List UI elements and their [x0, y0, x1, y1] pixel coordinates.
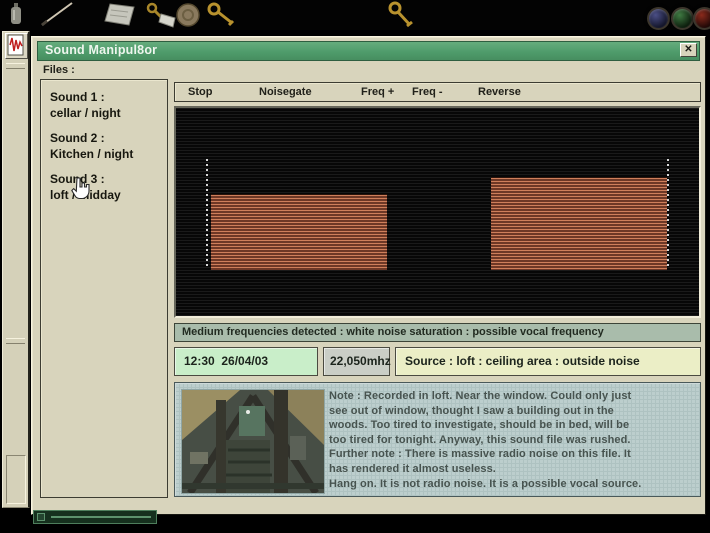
sidebar-handle-top[interactable]: [6, 63, 25, 69]
inventory-bar: [0, 0, 710, 30]
noisegate-button[interactable]: Noisegate: [259, 86, 312, 98]
sound-item-3[interactable]: Sound 3 : loft / midday: [50, 171, 167, 203]
sidebar: [2, 31, 30, 508]
files-label: Files :: [43, 64, 75, 76]
minimized-bar[interactable]: [33, 510, 157, 524]
source-field: Source : loft : ceiling area : outside n…: [395, 347, 701, 376]
close-button[interactable]: ✕: [680, 43, 697, 57]
brass-key-icon[interactable]: [385, 1, 419, 29]
pen-icon[interactable]: [38, 1, 78, 29]
waveform-block-left: [211, 194, 387, 270]
waveform-display[interactable]: [174, 106, 701, 318]
sound-manipulator-window: Sound Manipul8or ✕ Files : Sound 1 : cel…: [31, 36, 706, 515]
status-text: Medium frequencies detected : white nois…: [182, 326, 604, 338]
note-text: Note : Recorded in loft. Near the window…: [329, 389, 697, 491]
sound-1-label: Sound 1 :: [50, 89, 167, 105]
freq-minus-button[interactable]: Freq -: [412, 86, 443, 98]
sound-3-label: Sound 3 :: [50, 171, 167, 187]
stop-button[interactable]: Stop: [188, 86, 212, 98]
close-icon: ✕: [684, 44, 692, 55]
freq-plus-button[interactable]: Freq +: [361, 86, 394, 98]
bottle-icon[interactable]: [4, 1, 28, 29]
menu-orb-red[interactable]: [693, 7, 710, 30]
sound-file-icon[interactable]: [5, 33, 28, 59]
waveform-marker-left: [206, 159, 208, 269]
paper-icon[interactable]: [98, 1, 140, 29]
sound-1-desc: cellar / night: [50, 105, 167, 121]
menu-orb-green[interactable]: [671, 7, 694, 30]
reverse-button[interactable]: Reverse: [478, 86, 521, 98]
waveform-marker-right: [667, 159, 669, 269]
waveform-block-right: [491, 177, 667, 270]
status-bar: Medium frequencies detected : white nois…: [174, 323, 701, 342]
sound-2-label: Sound 2 :: [50, 130, 167, 146]
frequency-field: 22,050mhz: [323, 347, 390, 376]
sound-2-desc: Kitchen / night: [50, 146, 167, 162]
stone-amulet-icon[interactable]: [174, 1, 202, 29]
menu-orb-blue[interactable]: [647, 7, 670, 30]
note-panel: Note : Recorded in loft. Near the window…: [174, 382, 701, 497]
timestamp-field: 12:30 26/04/03: [174, 347, 318, 376]
sound-item-2[interactable]: Sound 2 : Kitchen / night: [50, 130, 167, 162]
sound-3-desc: loft / midday: [50, 187, 167, 203]
window-title: Sound Manipul8or: [45, 43, 157, 57]
loft-photo-thumbnail[interactable]: [181, 389, 325, 494]
key-icon[interactable]: [206, 1, 238, 29]
game-screen: Sound Manipul8or ✕ Files : Sound 1 : cel…: [0, 0, 710, 533]
minimized-bar-line: [51, 516, 151, 518]
sound-item-1[interactable]: Sound 1 : cellar / night: [50, 89, 167, 121]
effects-toolbar: Stop Noisegate Freq + Freq - Reverse: [174, 82, 701, 102]
minimized-button[interactable]: [37, 513, 45, 521]
sidebar-slot: [6, 455, 26, 504]
window-titlebar[interactable]: Sound Manipul8or ✕: [37, 41, 700, 61]
sound-list: Sound 1 : cellar / night Sound 2 : Kitch…: [40, 79, 168, 498]
sidebar-handle-bottom[interactable]: [6, 338, 25, 344]
